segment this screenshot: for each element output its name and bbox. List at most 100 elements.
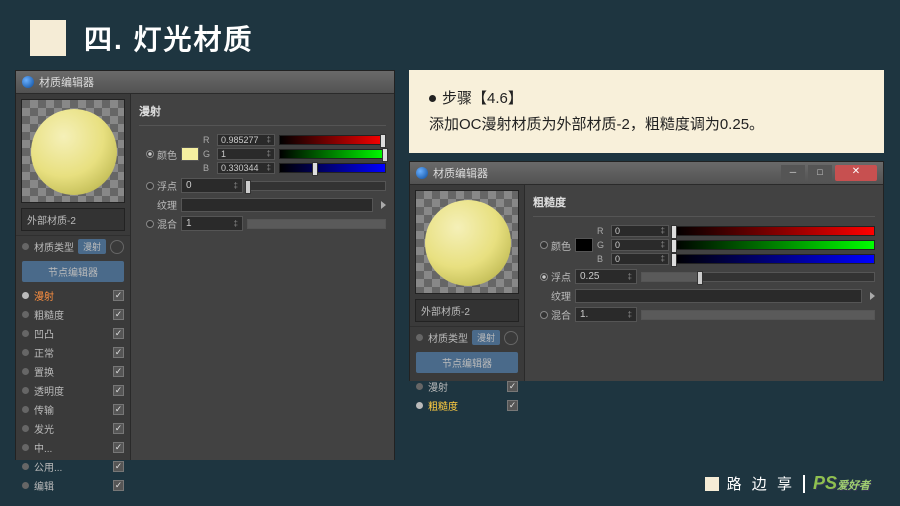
g-value[interactable]: 0‡ — [611, 239, 669, 251]
float-slider[interactable] — [641, 272, 875, 282]
b-slider[interactable] — [279, 163, 386, 173]
preview-wrap — [16, 94, 130, 208]
page-title: 四. 灯光材质 — [84, 18, 254, 58]
r-value[interactable]: 0.985277‡ — [217, 134, 275, 146]
channel-row: 公用... ✓ — [22, 457, 124, 476]
rgb-b-row: B0‡ — [597, 253, 875, 265]
checkbox[interactable]: ✓ — [113, 328, 124, 339]
radio-icon[interactable] — [540, 311, 548, 319]
app-icon — [22, 76, 34, 88]
mix-field[interactable]: 1‡ — [181, 216, 243, 231]
channel-label[interactable]: 正常 — [34, 345, 54, 360]
channel-label[interactable]: 公用... — [34, 459, 62, 474]
bullet-icon — [429, 95, 436, 102]
channel-label[interactable]: 置换 — [34, 364, 54, 379]
radio-icon[interactable] — [540, 241, 548, 249]
checkbox[interactable]: ✓ — [113, 347, 124, 358]
color-swatch[interactable] — [575, 238, 593, 252]
channel-label[interactable]: 编辑 — [34, 478, 54, 493]
chevron-icon[interactable] — [381, 201, 386, 209]
channel-label[interactable]: 传输 — [34, 402, 54, 417]
checkbox[interactable]: ✓ — [113, 442, 124, 453]
radio-icon[interactable] — [146, 182, 154, 190]
b-value[interactable]: 0.330344‡ — [217, 162, 275, 174]
rgb-b-row: B0.330344‡ — [203, 162, 386, 174]
refresh-icon[interactable] — [504, 331, 518, 345]
type-label: 材质类型 — [428, 330, 468, 345]
radio-icon[interactable] — [146, 220, 154, 228]
texture-field[interactable] — [575, 289, 862, 303]
texture-field[interactable] — [181, 198, 373, 212]
checkbox[interactable]: ✓ — [507, 400, 518, 411]
minimize-button[interactable]: ─ — [781, 165, 805, 181]
g-slider[interactable] — [673, 240, 875, 250]
r-slider[interactable] — [279, 135, 386, 145]
g-slider[interactable] — [279, 149, 386, 159]
channel-label[interactable]: 透明度 — [34, 383, 64, 398]
material-preview[interactable] — [21, 99, 125, 203]
node-editor-button[interactable]: 节点编辑器 — [416, 352, 518, 373]
expand-icon — [416, 334, 423, 341]
step-line: 步骤【4.6】 — [429, 86, 864, 112]
step-text: 添加OC漫射材质为外部材质-2，粗糙度调为0.25。 — [429, 112, 864, 138]
channel-label[interactable]: 中... — [34, 440, 52, 455]
mix-slider[interactable] — [641, 310, 875, 320]
material-editor-right: 材质编辑器 ─ □ ✕ 外部材质-2 材质类型 漫射 — [409, 161, 884, 381]
channel-label[interactable]: 发光 — [34, 421, 54, 436]
mix-field[interactable]: 1.‡ — [575, 307, 637, 322]
close-button[interactable]: ✕ — [835, 165, 877, 181]
checkbox[interactable]: ✓ — [113, 423, 124, 434]
titlebar[interactable]: 材质编辑器 — [16, 71, 394, 94]
maximize-button[interactable]: □ — [808, 165, 832, 181]
g-value[interactable]: 1‡ — [217, 148, 275, 160]
channel-label[interactable]: 漫射 — [428, 379, 448, 394]
radio-icon[interactable] — [540, 273, 548, 281]
editor-body: 外部材质-2 材质类型 漫射 节点编辑器 漫射 ✓ 粗糙度 ✓ 凹凸 ✓ 正常 ✓ 置换… — [16, 94, 394, 460]
color-row: 颜色 R0‡ G0‡ B0‡ — [533, 223, 875, 267]
type-value[interactable]: 漫射 — [78, 239, 106, 254]
material-name-field[interactable]: 外部材质-2 — [415, 299, 519, 322]
material-name-field[interactable]: 外部材质-2 — [21, 208, 125, 231]
checkbox[interactable]: ✓ — [113, 366, 124, 377]
material-preview[interactable] — [415, 190, 519, 294]
rgb-g-row: G0‡ — [597, 239, 875, 251]
left-column: 外部材质-2 材质类型 漫射 节点编辑器 漫射✓ 粗糙度✓ — [410, 185, 525, 381]
section-title: 漫射 — [139, 100, 386, 126]
dot-icon — [416, 383, 423, 390]
checkbox[interactable]: ✓ — [113, 385, 124, 396]
mix-row: 混合 1‡ — [139, 214, 386, 233]
radio-icon[interactable] — [146, 150, 154, 158]
channel-label[interactable]: 漫射 — [34, 288, 54, 303]
r-slider[interactable] — [673, 226, 875, 236]
checkbox[interactable]: ✓ — [113, 290, 124, 301]
channel-label[interactable]: 粗糙度 — [34, 307, 64, 322]
channel-label[interactable]: 粗糙度 — [428, 398, 458, 413]
checkbox[interactable]: ✓ — [113, 404, 124, 415]
mix-slider[interactable] — [247, 219, 386, 229]
float-slider[interactable] — [247, 181, 386, 191]
node-editor-button[interactable]: 节点编辑器 — [22, 261, 124, 282]
right-column: 漫射 颜色 R0.985277‡ G1‡ B0.330344‡ 浮点 0‡ — [131, 94, 394, 460]
type-value[interactable]: 漫射 — [472, 330, 500, 345]
titlebar[interactable]: 材质编辑器 ─ □ ✕ — [410, 162, 883, 185]
checkbox[interactable]: ✓ — [113, 461, 124, 472]
chevron-icon[interactable] — [870, 292, 875, 300]
step-label: 步骤【4.6】 — [442, 86, 523, 112]
r-value[interactable]: 0‡ — [611, 225, 669, 237]
dot-icon — [22, 406, 29, 413]
b-value[interactable]: 0‡ — [611, 253, 669, 265]
checkbox[interactable]: ✓ — [507, 381, 518, 392]
channel-label[interactable]: 凹凸 — [34, 326, 54, 341]
checkbox[interactable]: ✓ — [113, 480, 124, 491]
color-label: 颜色 — [533, 238, 571, 253]
color-swatch[interactable] — [181, 147, 199, 161]
refresh-icon[interactable] — [110, 240, 124, 254]
float-field[interactable]: 0.25‡ — [575, 269, 637, 284]
material-type-row[interactable]: 材质类型 漫射 — [16, 235, 130, 257]
rgb-block: R0‡ G0‡ B0‡ — [597, 225, 875, 265]
page-header: 四. 灯光材质 — [0, 0, 900, 70]
float-field[interactable]: 0‡ — [181, 178, 243, 193]
b-slider[interactable] — [673, 254, 875, 264]
checkbox[interactable]: ✓ — [113, 309, 124, 320]
material-type-row[interactable]: 材质类型 漫射 — [410, 326, 524, 348]
